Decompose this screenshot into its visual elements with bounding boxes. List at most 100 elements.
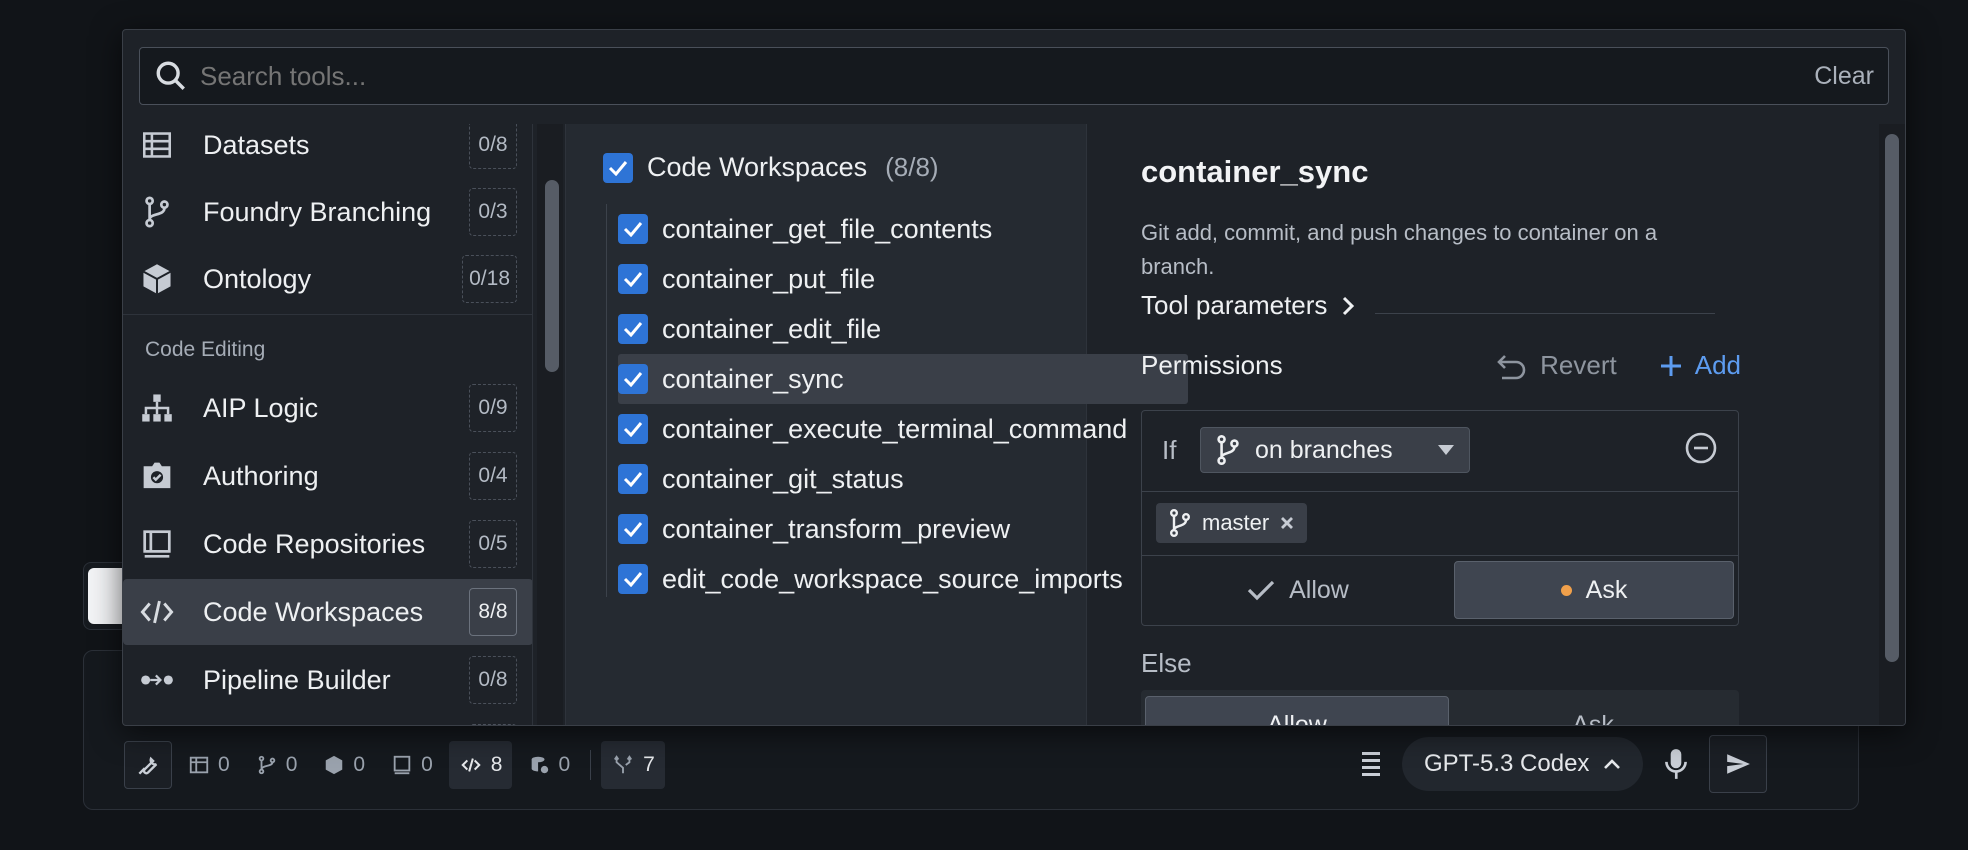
wrench-icon <box>138 756 158 775</box>
count-badge: 0/3 <box>469 188 517 236</box>
sidebar-item-aip-logic[interactable]: AIP Logic 0/9 <box>123 375 532 441</box>
undo-icon <box>1497 354 1526 379</box>
check-icon <box>623 222 643 237</box>
microphone-icon[interactable] <box>1663 747 1689 781</box>
condition-select[interactable]: on branches <box>1200 427 1470 473</box>
count-value: 0 <box>353 753 366 776</box>
revert-button[interactable]: Revert <box>1496 350 1617 381</box>
count-badge: 8/8 <box>469 588 517 636</box>
composer-controls: GPT-5.3 Codex <box>1360 735 1768 793</box>
search-bar[interactable]: Clear <box>139 47 1889 105</box>
search-input[interactable] <box>200 60 1815 92</box>
sidebar-item-label: Code Workspaces <box>203 596 424 627</box>
git-branch-icon <box>1217 435 1239 465</box>
tool-label: container_get_file_contents <box>662 213 993 244</box>
permission-rule: If on branches master Allow Ask <box>1141 410 1739 626</box>
revert-label: Revert <box>1540 350 1617 380</box>
tool-label: edit_code_workspace_source_imports <box>662 563 1123 594</box>
sidebar-item-label: Authoring <box>203 460 319 491</box>
check-icon <box>1247 580 1275 601</box>
tool-list-pane: Code Workspaces (8/8) container_get_file… <box>565 124 1188 725</box>
ask-option-selected[interactable]: Ask <box>1454 561 1734 619</box>
sidebar-item-label: Pipeline Builder <box>203 664 391 695</box>
clear-button[interactable]: Clear <box>1814 62 1874 91</box>
remove-circle-icon[interactable] <box>1684 431 1718 465</box>
tag-label: master <box>1202 510 1270 535</box>
count-database[interactable]: 0 <box>518 741 580 789</box>
check-icon <box>623 422 643 437</box>
sidebar-item-code-workspaces[interactable]: Code Workspaces 8/8 <box>123 579 532 645</box>
checkbox-checked[interactable] <box>618 214 648 244</box>
tool-parameters-toggle[interactable]: Tool parameters <box>1141 290 1355 321</box>
count-repositories[interactable]: 0 <box>381 741 443 789</box>
checkbox-checked[interactable] <box>618 364 648 394</box>
merge-icon <box>614 755 633 774</box>
allow-option[interactable]: Allow <box>1146 561 1450 619</box>
sidebar-item-label: Code Repositories <box>203 528 426 559</box>
group-count: (8/8) <box>885 152 939 182</box>
sidebar-scrollbar[interactable] <box>537 124 563 725</box>
list-icon <box>1362 752 1380 776</box>
group-checkbox-row[interactable]: Code Workspaces (8/8) <box>603 152 939 183</box>
check-icon <box>623 572 643 587</box>
count-badge: 0/8 <box>469 656 517 704</box>
else-ask-option[interactable]: Ask <box>1453 696 1733 726</box>
checkbox-checked[interactable] <box>618 414 648 444</box>
count-badge-partial <box>469 724 517 725</box>
separator <box>590 750 592 780</box>
chevron-up-icon <box>1604 759 1621 769</box>
checkbox-checked[interactable] <box>618 564 648 594</box>
count-value: 0 <box>421 753 433 776</box>
tool-label: container_sync <box>662 363 844 394</box>
send-button[interactable] <box>1709 735 1768 793</box>
detail-scrollbar[interactable] <box>1879 124 1905 725</box>
send-icon <box>1727 754 1751 774</box>
plus-icon <box>1660 355 1681 376</box>
scrollbar-thumb[interactable] <box>1885 134 1899 662</box>
sidebar-item-pipeline-builder[interactable]: Pipeline Builder 0/8 <box>123 647 532 713</box>
tools-button[interactable] <box>124 741 172 789</box>
checkbox-checked[interactable] <box>618 264 648 294</box>
model-selector[interactable]: GPT-5.3 Codex <box>1402 737 1644 791</box>
book-icon <box>139 526 175 562</box>
checkbox-checked[interactable] <box>603 152 633 183</box>
close-icon[interactable] <box>1279 515 1295 531</box>
search-icon <box>156 61 185 90</box>
code-icon <box>461 758 481 772</box>
category-sidebar: Datasets 0/8 Foundry Branching 0/3 Ontol… <box>123 124 533 725</box>
sidebar-item-code-repositories[interactable]: Code Repositories 0/5 <box>123 511 532 577</box>
count-branching[interactable]: 0 <box>246 741 308 789</box>
model-name: GPT-5.3 Codex <box>1424 750 1590 777</box>
authoring-icon <box>139 458 175 494</box>
tool-label: container_git_status <box>662 463 904 494</box>
ask-dot-icon <box>1560 584 1572 596</box>
add-button[interactable]: Add <box>1659 350 1741 381</box>
count-merge[interactable]: 7 <box>601 741 665 789</box>
tool-description: Git add, commit, and push changes to con… <box>1141 220 1658 279</box>
permissions-header: Permissions Revert Add <box>1141 350 1741 381</box>
count-value: 0 <box>285 753 298 776</box>
count-datasets[interactable]: 0 <box>178 741 240 789</box>
sidebar-item-ontology[interactable]: Ontology 0/18 <box>123 246 532 312</box>
sidebar-item-label: Foundry Branching <box>203 196 432 227</box>
cube-icon <box>326 755 343 775</box>
scrollbar-thumb[interactable] <box>545 180 559 372</box>
else-allow-option-selected[interactable]: Allow <box>1145 696 1449 725</box>
sidebar-item-datasets[interactable]: Datasets 0/8 <box>123 124 532 178</box>
check-icon <box>623 472 643 487</box>
checkbox-checked[interactable] <box>618 314 648 344</box>
checkbox-checked[interactable] <box>618 464 648 494</box>
sidebar-item-partial <box>123 715 532 725</box>
check-icon <box>623 372 643 387</box>
count-workspaces[interactable]: 8 <box>448 741 513 789</box>
sidebar-item-label: Datasets <box>203 129 310 160</box>
check-icon <box>608 160 628 176</box>
checkbox-checked[interactable] <box>618 514 648 544</box>
branch-tag: master <box>1156 503 1308 543</box>
count-ontology[interactable]: 0 <box>313 741 375 789</box>
count-badge: 0/9 <box>469 384 517 432</box>
else-segmented-control: Allow Ask <box>1141 690 1739 726</box>
sidebar-item-authoring[interactable]: Authoring 0/4 <box>123 443 532 509</box>
count-badge: 0/4 <box>469 452 517 500</box>
sidebar-item-foundry-branching[interactable]: Foundry Branching 0/3 <box>123 179 532 245</box>
